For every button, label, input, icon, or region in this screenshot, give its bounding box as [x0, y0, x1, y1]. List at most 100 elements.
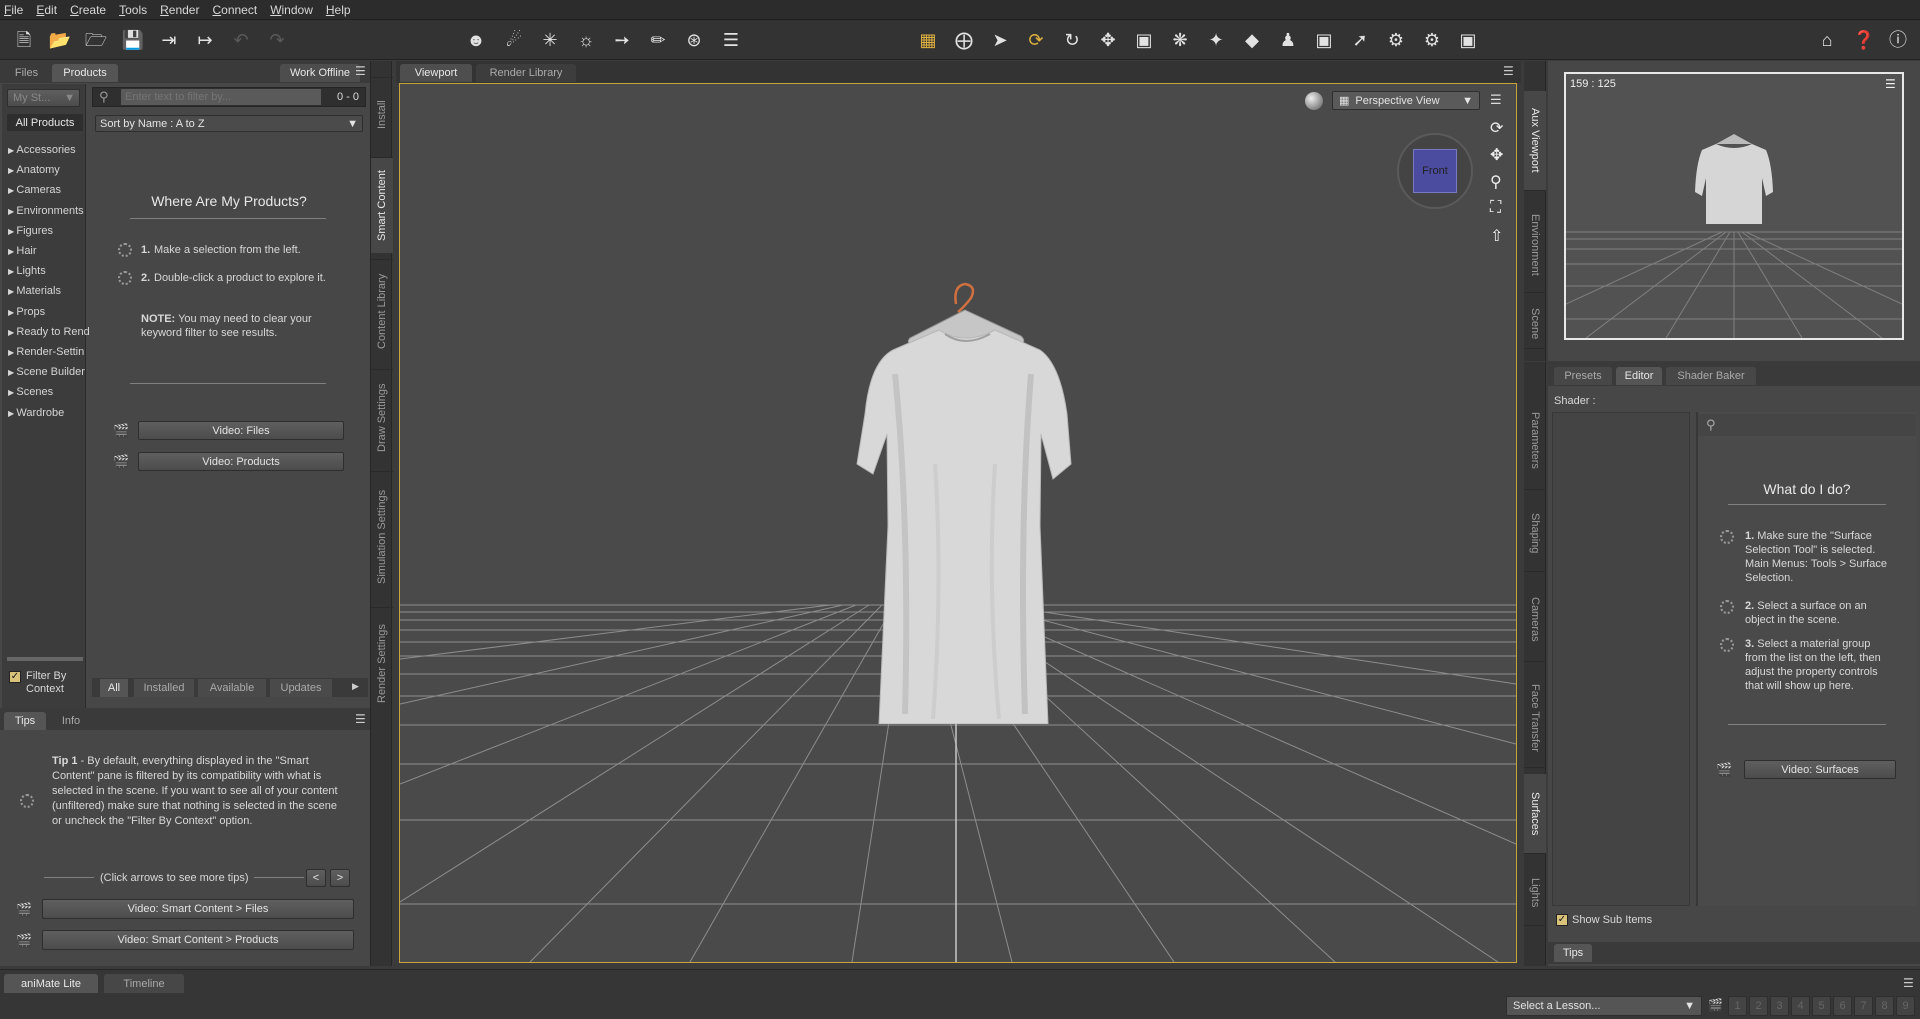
rotate-icon[interactable]: ⟳ [1024, 28, 1048, 52]
merge-icon[interactable]: 🗁 [84, 28, 108, 52]
filter-input[interactable] [121, 89, 321, 105]
lesson-page-button[interactable]: 2 [1749, 996, 1768, 1016]
pose-icon[interactable]: ➚ [1348, 28, 1372, 52]
zoom-icon[interactable]: ⚲ [1490, 172, 1502, 192]
spot-render-icon[interactable]: ▣ [1456, 28, 1480, 52]
work-offline-button[interactable]: Work Offline [280, 64, 360, 82]
tab-shader-baker[interactable]: Shader Baker [1666, 367, 1756, 385]
tab-editor[interactable]: Editor [1616, 367, 1662, 385]
frame-icon[interactable]: ⛶ [1490, 199, 1501, 217]
vtab-content-library[interactable]: Content Library [371, 259, 393, 363]
vtab-surfaces[interactable]: Surfaces [1524, 774, 1546, 854]
category-item[interactable]: ▶ Anatomy [8, 164, 60, 176]
lesson-page-button[interactable]: 6 [1833, 996, 1852, 1016]
export-icon[interactable]: ↦ [193, 28, 217, 52]
vtab-smart-content[interactable]: Smart Content [371, 157, 393, 253]
category-item[interactable]: ▶ Wardrobe [8, 407, 64, 419]
node-select-2-icon[interactable]: ⨁ [952, 28, 976, 52]
video-files-button[interactable]: Video: Files [138, 421, 344, 440]
lesson-dropdown[interactable]: Select a Lesson... ▼ [1506, 996, 1702, 1016]
tab-viewport[interactable]: Viewport [400, 64, 472, 82]
surface-region-icon[interactable]: ⊛ [682, 28, 706, 52]
category-item[interactable]: ▶ Lights [8, 265, 46, 277]
tab-available[interactable]: Available [198, 679, 266, 697]
menu-edit[interactable]: Edit [36, 3, 57, 17]
vtab-face-transfer[interactable]: Face Transfer [1524, 668, 1546, 768]
category-item[interactable]: ▶ Render-Settin [8, 346, 84, 358]
viewport-menu-icon[interactable]: ☰ [1490, 92, 1502, 108]
video-smart-content-products-button[interactable]: Video: Smart Content > Products [42, 930, 354, 950]
filter-by-context-checkbox[interactable]: ✓ [9, 671, 21, 683]
slider-track[interactable] [7, 657, 83, 661]
lesson-page-button[interactable]: 9 [1896, 996, 1915, 1016]
view-mode-dropdown[interactable]: ▦ Perspective View ▼ [1332, 91, 1480, 110]
reset-view-icon[interactable]: ⇧ [1490, 226, 1503, 246]
view-cube-front[interactable]: Front [1413, 149, 1457, 193]
draw-style-sphere-icon[interactable] [1305, 92, 1323, 110]
menu-file[interactable]: File [4, 3, 23, 17]
lesson-page-button[interactable]: 4 [1791, 996, 1810, 1016]
tab-info[interactable]: Info [50, 712, 92, 730]
geometry-editor-icon[interactable]: ✦ [1204, 28, 1228, 52]
aux-viewport[interactable]: 159 : 125 ☰ [1564, 72, 1904, 340]
video-smart-content-files-button[interactable]: Video: Smart Content > Files [42, 899, 354, 919]
vtab-lights[interactable]: Lights [1524, 860, 1546, 926]
tab-animate-lite[interactable]: aniMate Lite [4, 974, 98, 993]
prev-tip-button[interactable]: < [306, 869, 326, 887]
show-sub-items-checkbox[interactable]: ✓ [1556, 914, 1568, 926]
material-list[interactable] [1552, 412, 1690, 906]
redo-icon[interactable]: ↷ [265, 28, 289, 52]
viewport-3d[interactable]: ▦ Perspective View ▼ ☰ Front ⟳ ✥ ⚲ ⛶ ⇧ [399, 83, 1517, 963]
category-item[interactable]: ▶ Materials [8, 285, 61, 297]
menu-render[interactable]: Render [160, 3, 199, 17]
menu-window[interactable]: Window [270, 3, 313, 17]
distant-light-icon[interactable]: ☼ [574, 28, 598, 52]
home-icon[interactable]: ⌂ [1815, 28, 1839, 52]
next-tip-button[interactable]: > [330, 869, 350, 887]
tab-presets[interactable]: Presets [1554, 367, 1612, 385]
region-icon[interactable]: ✏ [646, 28, 670, 52]
category-item[interactable]: ▶ Scene Builder [8, 366, 85, 378]
lesson-page-button[interactable]: 5 [1812, 996, 1831, 1016]
vtab-cameras[interactable]: Cameras [1524, 578, 1546, 662]
lesson-page-button[interactable]: 8 [1875, 996, 1894, 1016]
orbit-icon[interactable]: ⟳ [1490, 118, 1503, 138]
video-products-button[interactable]: Video: Products [138, 452, 344, 471]
lesson-page-button[interactable]: 3 [1770, 996, 1789, 1016]
vtab-environment[interactable]: Environment [1524, 197, 1546, 293]
tab-files[interactable]: Files [4, 64, 49, 82]
menu-connect[interactable]: Connect [212, 3, 257, 17]
twist-icon[interactable]: ↻ [1060, 28, 1084, 52]
pan-icon[interactable]: ✥ [1490, 145, 1503, 165]
tab-tips[interactable]: Tips [4, 712, 46, 730]
open-icon[interactable]: 📂 [48, 28, 72, 52]
tab-timeline[interactable]: Timeline [104, 974, 184, 993]
vtab-draw-settings[interactable]: Draw Settings [371, 369, 393, 465]
menu-create[interactable]: Create [70, 3, 106, 17]
category-item[interactable]: ▶ Props [8, 306, 45, 318]
category-item[interactable]: ▶ Figures [8, 225, 53, 237]
lesson-page-button[interactable]: 7 [1854, 996, 1873, 1016]
render-icon[interactable]: ⚙ [1420, 28, 1444, 52]
tab-render-library[interactable]: Render Library [476, 64, 576, 82]
help-icon[interactable]: ⓘ [1886, 28, 1910, 52]
joint-editor-icon[interactable]: ❋ [1168, 28, 1192, 52]
universal-tool-icon[interactable]: ▦ [916, 28, 940, 52]
selection-icon[interactable]: ➤ [988, 28, 1012, 52]
category-item[interactable]: ▶ Ready to Rend [8, 326, 90, 338]
video-surfaces-button[interactable]: Video: Surfaces [1744, 760, 1896, 779]
figure-icon[interactable]: ☻ [464, 28, 488, 52]
store-selector[interactable]: My St... ▼ [7, 89, 80, 107]
tab-all[interactable]: All [100, 679, 128, 697]
shaping-icon[interactable]: ♟ [1276, 28, 1300, 52]
vtab-parameters[interactable]: Parameters [1524, 392, 1546, 490]
category-item[interactable]: ▶ Environments [8, 205, 84, 217]
pane-menu-icon[interactable]: ☰ [1903, 976, 1914, 990]
new-scene-icon[interactable]: 🗎 [12, 28, 36, 52]
pane-menu-icon[interactable]: ☰ [355, 712, 366, 726]
menu-help[interactable]: Help [326, 3, 351, 17]
point-light-icon[interactable]: ✳ [538, 28, 562, 52]
pane-menu-icon[interactable]: ☰ [1503, 64, 1514, 78]
undo-icon[interactable]: ↶ [229, 28, 253, 52]
lesson-clapper-icon[interactable]: 🎬 [1708, 998, 1723, 1012]
